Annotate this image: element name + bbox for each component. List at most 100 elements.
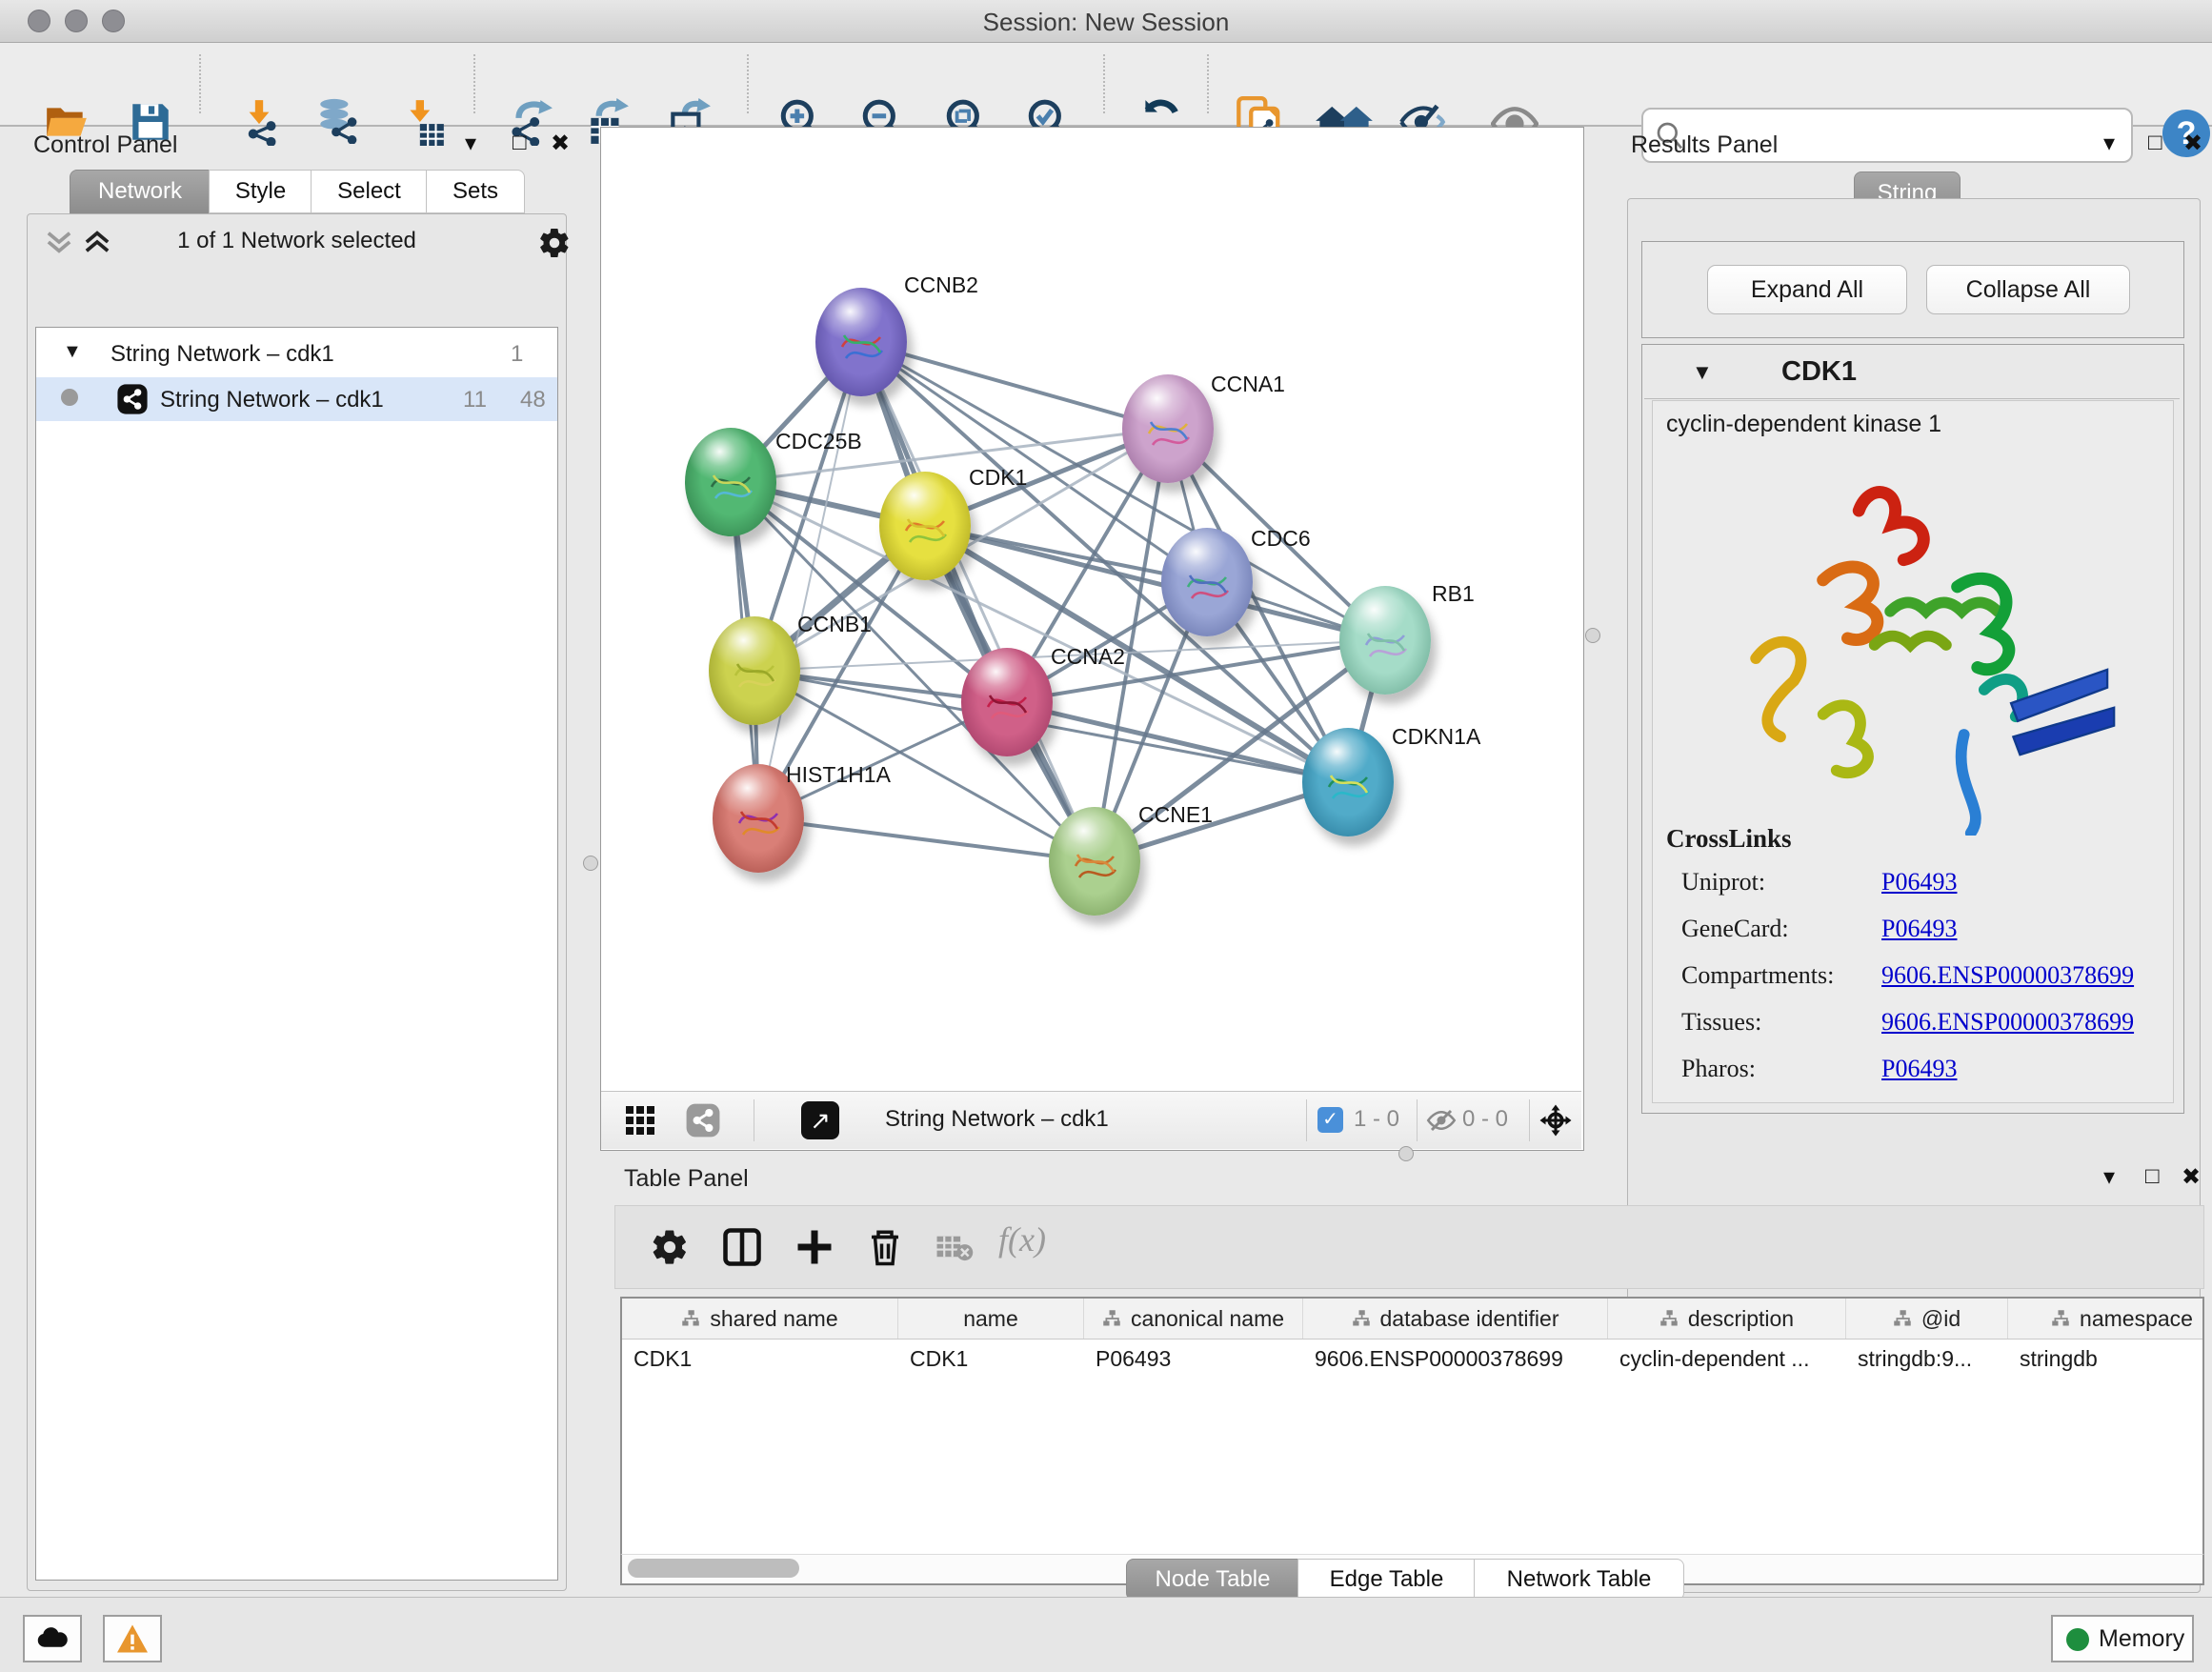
memory-button[interactable]: Memory (2051, 1615, 2194, 1662)
panel-menu-icon[interactable]: ▾ (2103, 130, 2115, 157)
network-node-ccne1[interactable] (1049, 807, 1140, 916)
tab-network-table[interactable]: Network Table (1474, 1559, 1684, 1601)
toolbar-separator (199, 54, 201, 113)
add-column-icon[interactable] (794, 1227, 835, 1267)
tab-edge-table[interactable]: Edge Table (1297, 1559, 1476, 1601)
expand-all-button[interactable]: Expand All (1707, 265, 1907, 314)
delete-column-icon[interactable] (865, 1227, 905, 1267)
panel-menu-icon[interactable]: ▾ (2103, 1163, 2115, 1191)
network-edges (601, 128, 1581, 1091)
network-overview-icon[interactable] (685, 1102, 721, 1138)
memory-ok-dot (2066, 1628, 2089, 1651)
column-header-database-identifier[interactable]: database identifier (1303, 1299, 1608, 1339)
network-node-ccna2[interactable] (961, 648, 1053, 756)
tab-style[interactable]: Style (209, 170, 312, 213)
table-row[interactable]: CDK1CDK1P064939606.ENSP00000378699cyclin… (622, 1340, 2202, 1378)
panel-float-icon[interactable]: □ (2148, 130, 2162, 156)
network-node-ccnb1[interactable] (709, 616, 800, 725)
panel-close-icon[interactable]: ✖ (2183, 130, 2202, 157)
column-header-canonical-name[interactable]: canonical name (1084, 1299, 1303, 1339)
column-tree-icon (1893, 1309, 1912, 1328)
network-view-toolbar: ↗ String Network – cdk1 ✓ 1 - 0 0 - 0 (601, 1091, 1581, 1149)
tab-sets[interactable]: Sets (426, 170, 525, 213)
network-node-rb1[interactable] (1339, 586, 1431, 695)
cell-database-identifier[interactable]: 9606.ENSP00000378699 (1303, 1340, 1608, 1378)
crosslink-link[interactable]: P06493 (1881, 915, 1957, 943)
warnings-button[interactable] (103, 1615, 162, 1662)
cell--id[interactable]: stringdb:9... (1846, 1340, 2008, 1378)
panel-menu-icon[interactable]: ▾ (465, 130, 476, 157)
network-selection-status: 1 of 1 Network selected (128, 228, 466, 254)
toolbar-separator (1207, 54, 1209, 113)
network-node-ccnb2[interactable] (815, 288, 907, 396)
node-label-cdc6: CDC6 (1251, 526, 1311, 552)
gene-description: cyclin-dependent kinase 1 (1666, 411, 1941, 438)
column-header-namespace[interactable]: namespace (2008, 1299, 2204, 1339)
pan-crosshair-icon[interactable] (1538, 1103, 1573, 1138)
panel-float-icon[interactable]: □ (2145, 1163, 2160, 1190)
network-edge[interactable] (925, 526, 1385, 640)
cell-shared-name[interactable]: CDK1 (622, 1340, 898, 1378)
panel-close-icon[interactable]: ✖ (551, 130, 570, 157)
column-header-description[interactable]: description (1608, 1299, 1846, 1339)
expand-all-icon[interactable] (83, 230, 111, 254)
column-tree-icon (1102, 1309, 1121, 1328)
table-header-row: shared namenamecanonical namedatabase id… (622, 1299, 2202, 1340)
open-in-window-icon[interactable]: ↗ (801, 1101, 839, 1139)
tab-network[interactable]: Network (70, 170, 211, 213)
node-label-cdkn1a: CDKN1A (1392, 724, 1480, 750)
node-label-ccna2: CCNA2 (1051, 644, 1125, 670)
table-gear-icon[interactable] (650, 1227, 690, 1267)
network-edge[interactable] (758, 818, 1095, 861)
network-canvas[interactable]: CCNB2CCNA1CDC25BCDK1CDC6RB1CCNB1CCNA2CDK… (601, 128, 1581, 1091)
hidden-counts: 0 - 0 (1462, 1106, 1508, 1133)
cell-canonical-name[interactable]: P06493 (1084, 1340, 1303, 1378)
network-edge[interactable] (1007, 702, 1348, 782)
gear-icon[interactable] (537, 226, 572, 260)
network-node-cdc6[interactable] (1161, 528, 1253, 636)
network-node-cdkn1a[interactable] (1302, 728, 1394, 836)
panel-close-icon[interactable]: ✖ (2182, 1163, 2201, 1191)
protein-ribbon-thumbnail (726, 641, 783, 704)
crosslink-link[interactable]: 9606.ENSP00000378699 (1881, 961, 2134, 990)
scrollbar-thumb[interactable] (628, 1559, 799, 1578)
protein-ribbon-thumbnail (702, 453, 759, 515)
cell-description[interactable]: cyclin-dependent ... (1608, 1340, 1846, 1378)
node-table[interactable]: shared namenamecanonical namedatabase id… (620, 1297, 2204, 1556)
network-node-cdc25b[interactable] (685, 428, 776, 536)
collapse-all-button[interactable]: Collapse All (1926, 265, 2130, 314)
splitter-handle[interactable] (583, 856, 598, 871)
cell-name[interactable]: CDK1 (898, 1340, 1084, 1378)
network-collection-row[interactable]: ▼ String Network – cdk1 1 (36, 333, 557, 377)
crosslink-link[interactable]: P06493 (1881, 868, 1957, 896)
splitter-handle[interactable] (1398, 1146, 1414, 1161)
tab-select[interactable]: Select (311, 170, 428, 213)
section-expander-icon[interactable]: ▼ (1692, 360, 1713, 385)
crosslink-link[interactable]: P06493 (1881, 1055, 1957, 1083)
tab-node-table[interactable]: Node Table (1126, 1559, 1299, 1601)
protein-ribbon-thumbnail (1139, 399, 1196, 462)
network-node-cdk1[interactable] (879, 472, 971, 580)
cloud-status-button[interactable] (23, 1615, 82, 1662)
network-edge[interactable] (758, 342, 861, 818)
table-toolbar: f(x) (614, 1205, 2204, 1289)
selected-checkbox-icon[interactable]: ✓ (1317, 1107, 1343, 1133)
collection-label: String Network – cdk1 (111, 341, 334, 368)
column-header-shared-name[interactable]: shared name (622, 1299, 898, 1339)
network-row[interactable]: String Network – cdk1 11 48 (36, 377, 557, 421)
expander-icon[interactable]: ▼ (63, 341, 82, 363)
collapse-all-icon[interactable] (45, 230, 73, 254)
cell-namespace[interactable]: stringdb (2008, 1340, 2204, 1378)
grid-view-icon[interactable] (626, 1106, 654, 1135)
show-columns-icon[interactable] (722, 1227, 762, 1267)
node-label-ccna1: CCNA1 (1211, 372, 1285, 397)
column-tree-icon (1659, 1309, 1679, 1328)
network-node-ccna1[interactable] (1122, 374, 1214, 483)
crosslink-link[interactable]: 9606.ENSP00000378699 (1881, 1008, 2134, 1037)
column-header--id[interactable]: @id (1846, 1299, 2008, 1339)
panel-float-icon[interactable]: □ (513, 130, 527, 156)
splitter-handle[interactable] (1585, 628, 1600, 643)
separator (1306, 1099, 1307, 1141)
network-icon (116, 383, 149, 415)
column-header-name[interactable]: name (898, 1299, 1084, 1339)
